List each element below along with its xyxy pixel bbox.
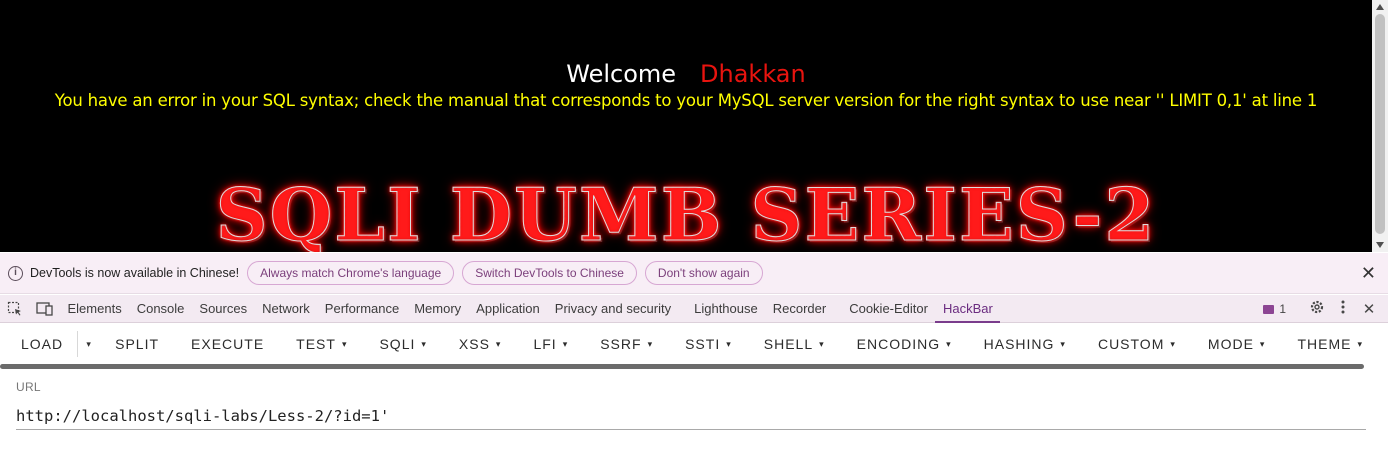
- username-text: Dhakkan: [700, 60, 806, 88]
- menu-theme[interactable]: THEME ▾: [1281, 326, 1379, 362]
- issues-icon: [1263, 304, 1275, 314]
- match-chrome-language-button[interactable]: Always match Chrome's language: [247, 261, 455, 285]
- sql-error-message: You have an error in your SQL syntax; ch…: [54, 91, 1318, 110]
- menu-encoding[interactable]: ENCODING ▾: [841, 326, 968, 362]
- info-icon: i: [8, 265, 23, 281]
- menu-xss[interactable]: XSS ▾: [443, 326, 518, 362]
- tab-elements[interactable]: Elements: [60, 295, 129, 323]
- split-button[interactable]: SPLIT: [99, 326, 175, 362]
- menu-lfi[interactable]: LFI ▾: [517, 326, 584, 362]
- tab-performance[interactable]: Performance: [317, 295, 406, 323]
- menu-sqli[interactable]: SQLI ▾: [363, 326, 442, 362]
- banner-text: SQLI DUMB SERIES-2: [215, 172, 1157, 252]
- load-button[interactable]: LOAD: [5, 326, 77, 362]
- chevron-down-icon: ▾: [1357, 338, 1363, 349]
- menu-shell-label: SHELL: [763, 336, 814, 352]
- menu-sqli-label: SQLI: [379, 336, 416, 352]
- close-infobar-icon[interactable]: ✕: [1361, 264, 1376, 282]
- chevron-down-icon: ▾: [562, 338, 569, 349]
- scroll-thumb[interactable]: [1375, 14, 1385, 234]
- devtools-language-infobar: i DevTools is now available in Chinese! …: [0, 253, 1388, 294]
- device-toolbar-icon[interactable]: [30, 295, 60, 323]
- menu-theme-label: THEME: [1297, 336, 1352, 352]
- inspect-element-icon[interactable]: [0, 295, 30, 323]
- tab-sources[interactable]: Sources: [192, 295, 255, 323]
- chevron-down-icon: ▾: [726, 338, 732, 349]
- chevron-down-icon: ▾: [946, 338, 952, 349]
- chevron-down-icon: ▾: [1259, 338, 1266, 349]
- menu-mode[interactable]: MODE ▾: [1192, 326, 1282, 362]
- menu-mode-label: MODE: [1207, 336, 1254, 352]
- chevron-down-icon: ▾: [647, 338, 654, 349]
- welcome-text: Welcome: [566, 60, 677, 88]
- devtools-right-controls: 1 ✕: [1263, 295, 1388, 323]
- chevron-down-icon: ▾: [495, 338, 502, 349]
- chevron-down-icon: ▾: [1060, 338, 1066, 349]
- close-devtools-icon[interactable]: ✕: [1356, 300, 1382, 318]
- menu-xss-label: XSS: [458, 336, 490, 352]
- dont-show-again-button[interactable]: Don't show again: [644, 261, 763, 285]
- menu-test-label: TEST: [296, 336, 336, 352]
- url-field-container: URL: [16, 380, 1366, 430]
- tab-privacy-and-security[interactable]: Privacy and security: [547, 295, 678, 323]
- menu-hashing[interactable]: HASHING ▾: [968, 326, 1082, 362]
- hackbar-toolbar: LOAD ▾ SPLIT EXECUTE TEST ▾ SQLI ▾ XSS ▾ LF…: [0, 324, 1388, 364]
- tab-cookie-editor[interactable]: Cookie-Editor: [842, 295, 936, 323]
- switch-to-chinese-button[interactable]: Switch DevTools to Chinese: [462, 261, 637, 285]
- menu-ssti-label: SSTI: [685, 336, 721, 352]
- web-page-viewport: Welcome Dhakkan You have an error in your…: [0, 0, 1388, 252]
- menu-shell[interactable]: SHELL ▾: [748, 326, 841, 362]
- more-vert-icon[interactable]: [1330, 300, 1356, 318]
- menu-ssrf-label: SSRF: [600, 336, 642, 352]
- tab-memory[interactable]: Memory: [407, 295, 469, 323]
- issues-badge[interactable]: 1: [1263, 302, 1286, 316]
- menu-encoding-label: ENCODING: [856, 336, 941, 352]
- scroll-down-arrow-icon[interactable]: [1376, 242, 1384, 248]
- menu-ssrf[interactable]: SSRF ▾: [584, 326, 669, 362]
- menu-test[interactable]: TEST ▾: [280, 326, 363, 362]
- load-dropdown-arrow-icon[interactable]: ▾: [77, 331, 99, 357]
- chevron-down-icon: ▾: [1170, 338, 1176, 349]
- tab-lighthouse[interactable]: Lighthouse: [687, 295, 766, 323]
- page-scrollbar[interactable]: [1372, 0, 1388, 252]
- issues-count: 1: [1279, 302, 1286, 316]
- gear-icon[interactable]: [1304, 299, 1330, 319]
- menu-ssti[interactable]: SSTI ▾: [669, 326, 748, 362]
- welcome-line: Welcome Dhakkan: [0, 60, 1372, 88]
- banner-image: SQLI DUMB SERIES-2: [0, 172, 1372, 252]
- tab-console[interactable]: Console: [129, 295, 192, 323]
- tab-recorder[interactable]: Recorder: [765, 295, 833, 323]
- tab-application[interactable]: Application: [469, 295, 548, 323]
- scroll-up-arrow-icon[interactable]: [1376, 4, 1384, 10]
- menu-custom-label: CUSTOM: [1097, 336, 1165, 352]
- menu-hashing-label: HASHING: [983, 336, 1055, 352]
- chevron-down-icon: ▾: [421, 338, 427, 349]
- menu-lfi-label: LFI: [533, 336, 557, 352]
- devtools-tab-strip: Elements Console Sources Network Perform…: [0, 295, 1388, 323]
- url-label: URL: [16, 380, 41, 394]
- hackbar-horizontal-scrollbar[interactable]: [0, 364, 1364, 369]
- infobar-message: DevTools is now available in Chinese!: [30, 266, 240, 280]
- execute-button[interactable]: EXECUTE: [175, 326, 280, 362]
- menu-custom[interactable]: CUSTOM ▾: [1082, 326, 1192, 362]
- chevron-down-icon: ▾: [341, 338, 348, 349]
- url-input[interactable]: [16, 402, 1366, 430]
- tab-hackbar[interactable]: HackBar: [935, 295, 1001, 323]
- tab-network[interactable]: Network: [255, 295, 318, 323]
- chevron-down-icon: ▾: [819, 338, 825, 349]
